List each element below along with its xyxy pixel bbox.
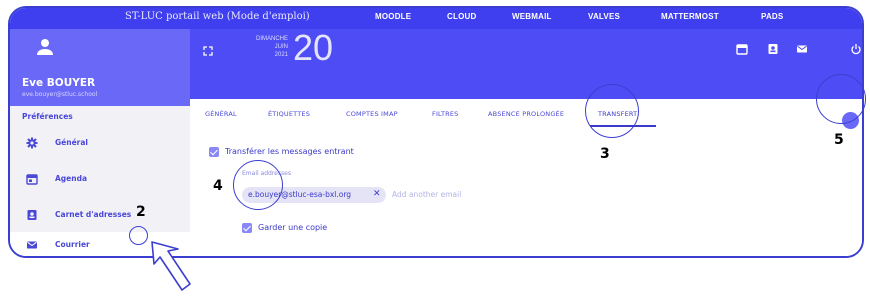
- app-window: ST-LUC portail web (Mode d'emploi) MOODL…: [8, 6, 864, 258]
- address-book-icon: [27, 210, 37, 220]
- sidebar-title: Préférences: [22, 112, 73, 121]
- nav-mattermost[interactable]: MATTERMOST: [661, 12, 719, 21]
- forward-enable-checkbox[interactable]: [209, 147, 219, 157]
- tab-imap-accounts[interactable]: COMPTES IMAP: [346, 110, 398, 118]
- top-bar: ST-LUC portail web (Mode d'emploi) MOODL…: [10, 8, 862, 29]
- forward-enable-label: Transférer les messages entrant: [225, 147, 354, 156]
- keep-copy-label: Garder une copie: [258, 223, 328, 232]
- user-email: eve.bouyer@stluc.school: [22, 91, 98, 98]
- annotation-circle-save: [816, 74, 866, 124]
- nav-cloud[interactable]: CLOUD: [447, 12, 476, 21]
- power-icon[interactable]: [850, 43, 862, 55]
- add-email-input[interactable]: Add another email: [392, 190, 461, 199]
- annotation-number-3: 3: [600, 146, 610, 162]
- nav-moodle[interactable]: MOODLE: [375, 12, 411, 21]
- sidebar-item-agenda[interactable]: Agenda: [10, 166, 190, 192]
- mail-icon[interactable]: [796, 43, 808, 55]
- date-day: 20: [293, 27, 334, 68]
- sidebar-item-label: Courrier: [55, 240, 90, 249]
- nav-valves[interactable]: VALVES: [588, 12, 620, 21]
- sidebar-item-label: Carnet d'adresses: [55, 210, 132, 219]
- date-weekday: DIMANCHE: [255, 36, 288, 42]
- sidebar-item-general[interactable]: Général: [10, 130, 190, 156]
- gear-icon: [26, 137, 38, 149]
- mail-preferences-panel: GÉNÉRAL ÉTIQUETTES COMPTES IMAP FILTRES …: [190, 99, 862, 256]
- annotation-circle-email: [233, 160, 283, 210]
- annotation-number-2: 2: [136, 204, 146, 220]
- sidebar-item-label: Général: [55, 138, 88, 147]
- sidebar-item-label: Agenda: [55, 174, 88, 183]
- preferences-sidebar: Préférences Général Agenda Carnet d'adre…: [10, 106, 190, 256]
- top-nav: MOODLE CLOUD WEBMAIL VALVES MATTERMOST P…: [10, 12, 862, 26]
- keep-copy-checkbox[interactable]: [242, 223, 252, 233]
- sidebar-item-address-book[interactable]: Carnet d'adresses: [10, 202, 190, 228]
- user-panel: Eve BOUYER eve.bouyer@stluc.school: [10, 29, 190, 106]
- tab-labels[interactable]: ÉTIQUETTES: [268, 110, 310, 118]
- tab-general[interactable]: GÉNÉRAL: [205, 110, 237, 118]
- calendar-icon: [26, 174, 38, 185]
- date-year: 2021: [274, 52, 288, 58]
- user-avatar-icon: [37, 39, 53, 55]
- nav-webmail[interactable]: WEBMAIL: [512, 12, 552, 21]
- remove-email-icon[interactable]: ✕: [373, 189, 381, 199]
- date-month: JUIN: [274, 44, 288, 50]
- annotation-circle-courrier: [129, 226, 148, 245]
- calendar-icon[interactable]: [736, 43, 748, 55]
- tab-bar: GÉNÉRAL ÉTIQUETTES COMPTES IMAP FILTRES …: [190, 99, 862, 127]
- annotation-circle-transfert: [585, 84, 639, 138]
- tab-filters[interactable]: FILTRES: [432, 110, 459, 118]
- annotation-number-4: 4: [213, 178, 223, 194]
- user-name: Eve BOUYER: [22, 77, 96, 89]
- cursor-arrow-icon: [151, 241, 191, 291]
- date-text: DIMANCHE JUIN 2021: [228, 35, 288, 59]
- annotation-number-5: 5: [834, 132, 844, 148]
- nav-pads[interactable]: PADS: [761, 12, 783, 21]
- mail-icon: [27, 241, 37, 249]
- tab-vacation[interactable]: ABSENCE PROLONGÉE: [488, 110, 564, 118]
- expand-icon[interactable]: [203, 46, 213, 56]
- contacts-icon[interactable]: [767, 43, 779, 55]
